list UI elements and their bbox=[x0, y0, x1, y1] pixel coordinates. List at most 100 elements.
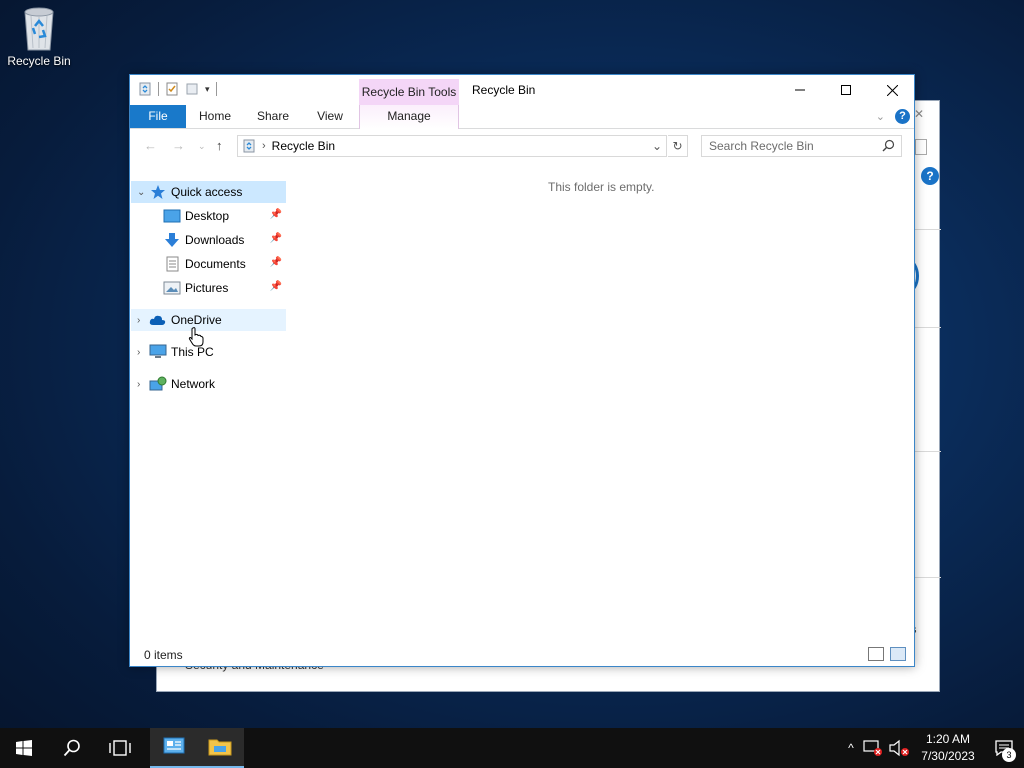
nav-label: Quick access bbox=[171, 185, 243, 199]
nav-item-desktop[interactable]: Desktop 📌 bbox=[131, 205, 286, 227]
empty-folder-message: This folder is empty. bbox=[548, 180, 655, 194]
breadcrumb-item[interactable]: Recycle Bin bbox=[272, 139, 335, 153]
star-icon bbox=[151, 185, 165, 199]
up-arrow-icon[interactable]: ↑ bbox=[216, 138, 223, 153]
nav-label: Documents bbox=[185, 257, 246, 271]
hand-cursor-icon bbox=[188, 327, 204, 347]
nav-item-onedrive[interactable]: › OneDrive bbox=[131, 309, 286, 331]
divider bbox=[158, 82, 159, 96]
tab-view[interactable]: View bbox=[308, 105, 352, 128]
speaker-muted-icon[interactable] bbox=[888, 739, 912, 757]
divider bbox=[915, 451, 941, 452]
quick-access-toolbar: ▾ bbox=[138, 82, 217, 96]
desktop-icon bbox=[163, 209, 181, 223]
show-hidden-icons-chevron-icon[interactable]: ^ bbox=[840, 741, 862, 755]
help-icon[interactable]: ? bbox=[921, 167, 939, 185]
search-icon bbox=[63, 739, 80, 757]
taskbar: ^ 1:20 AM 7/30/2023 3 bbox=[0, 728, 1024, 768]
action-center-button[interactable]: 3 bbox=[984, 728, 1024, 768]
expanded-chevron-icon[interactable]: ⌄ bbox=[137, 187, 149, 198]
windows-logo-icon bbox=[16, 740, 32, 756]
collapsed-chevron-icon[interactable]: › bbox=[137, 347, 149, 358]
folder-icon bbox=[208, 739, 232, 756]
search-button[interactable] bbox=[915, 139, 927, 155]
details-view-icon[interactable] bbox=[868, 647, 884, 661]
address-row: ← → ⌄ ↑ › Recycle Bin ⌄ ↻ bbox=[130, 130, 914, 162]
view-toggle bbox=[868, 647, 906, 661]
refresh-button[interactable]: ↻ bbox=[668, 135, 688, 157]
taskbar-file-explorer[interactable] bbox=[196, 728, 244, 768]
download-arrow-icon bbox=[165, 233, 179, 247]
navigation-pane: ⌄ Quick access Desktop 📌 Downloads 📌 Doc… bbox=[130, 181, 290, 651]
clock-time: 1:20 AM bbox=[925, 732, 971, 746]
pictures-icon bbox=[163, 281, 181, 295]
breadcrumb-separator-icon[interactable]: › bbox=[262, 140, 266, 152]
minimize-button[interactable] bbox=[777, 75, 823, 105]
document-icon bbox=[166, 256, 179, 272]
divider bbox=[915, 327, 941, 328]
collapsed-chevron-icon[interactable]: › bbox=[137, 379, 149, 390]
maximize-button[interactable] bbox=[823, 75, 869, 105]
explorer-window[interactable]: ▾ Recycle Bin Tools Recycle Bin File Hom… bbox=[129, 74, 915, 667]
network-status-icon[interactable] bbox=[862, 739, 884, 757]
pin-icon: 📌 bbox=[269, 209, 282, 220]
task-view-button[interactable] bbox=[96, 728, 144, 768]
address-bar[interactable]: › Recycle Bin ⌄ bbox=[237, 135, 667, 157]
recycle-bin-icon bbox=[19, 6, 59, 52]
nav-item-documents[interactable]: Documents 📌 bbox=[131, 253, 286, 275]
taskbar-control-panel[interactable] bbox=[150, 728, 198, 768]
tab-share[interactable]: Share bbox=[250, 105, 296, 128]
properties-icon[interactable] bbox=[165, 82, 179, 96]
tab-manage[interactable]: Manage bbox=[359, 105, 459, 129]
collapsed-chevron-icon[interactable]: › bbox=[137, 315, 149, 326]
customize-toolbar-chevron-icon[interactable]: ▾ bbox=[205, 84, 210, 95]
search-icon[interactable] bbox=[882, 139, 895, 152]
pin-icon: 📌 bbox=[269, 281, 282, 292]
search-input[interactable] bbox=[702, 136, 872, 156]
close-button[interactable] bbox=[869, 75, 915, 105]
title-bar[interactable]: ▾ Recycle Bin Tools Recycle Bin bbox=[130, 75, 914, 105]
clock[interactable]: 1:20 AM 7/30/2023 bbox=[912, 731, 984, 765]
desktop-icon-label: Recycle Bin bbox=[7, 54, 71, 68]
close-icon[interactable]: ✕ bbox=[914, 107, 924, 121]
computer-icon bbox=[149, 344, 167, 358]
nav-label: Pictures bbox=[185, 281, 229, 295]
maximize-icon bbox=[841, 85, 851, 95]
large-icons-view-icon[interactable] bbox=[890, 647, 906, 661]
help-icon[interactable]: ? bbox=[895, 109, 910, 124]
recycle-bin-small-icon[interactable] bbox=[138, 82, 152, 96]
item-count: 0 items bbox=[144, 648, 183, 662]
nav-item-quick-access[interactable]: ⌄ Quick access bbox=[131, 181, 286, 203]
divider bbox=[215, 82, 217, 96]
nav-item-pictures[interactable]: Pictures 📌 bbox=[131, 277, 286, 299]
close-icon bbox=[886, 84, 898, 96]
nav-label: OneDrive bbox=[171, 313, 222, 327]
desktop-recycle-bin[interactable]: Recycle Bin bbox=[4, 6, 74, 68]
recent-locations-chevron-icon[interactable]: ⌄ bbox=[198, 141, 206, 152]
new-folder-icon[interactable] bbox=[185, 82, 199, 96]
pin-icon: 📌 bbox=[269, 233, 282, 244]
nav-item-network[interactable]: › Network bbox=[131, 373, 286, 395]
back-arrow-icon[interactable]: ← bbox=[144, 138, 157, 153]
clock-date: 7/30/2023 bbox=[921, 749, 975, 763]
window-title: Recycle Bin bbox=[472, 83, 536, 97]
recycle-bin-small-icon bbox=[243, 139, 255, 153]
tab-file[interactable]: File bbox=[130, 105, 186, 128]
status-bar: 0 items bbox=[130, 644, 914, 666]
contextual-tab-group: Recycle Bin Tools bbox=[359, 79, 459, 105]
search-box[interactable] bbox=[701, 135, 902, 157]
nav-label: This PC bbox=[171, 345, 214, 359]
nav-item-this-pc[interactable]: › This PC bbox=[131, 341, 286, 363]
network-icon bbox=[149, 376, 167, 391]
tab-home[interactable]: Home bbox=[192, 105, 238, 128]
control-panel-icon bbox=[163, 737, 185, 754]
expand-ribbon-chevron-icon[interactable]: ⌄ bbox=[876, 110, 885, 123]
ribbon-controls: ⌄ ? bbox=[876, 109, 910, 124]
address-dropdown-chevron-icon[interactable]: ⌄ bbox=[652, 139, 662, 153]
search-button[interactable] bbox=[48, 728, 96, 768]
task-view-icon bbox=[109, 740, 131, 756]
nav-item-downloads[interactable]: Downloads 📌 bbox=[131, 229, 286, 251]
forward-arrow-icon[interactable]: → bbox=[172, 138, 185, 153]
ribbon-tabs: File Home Share View Manage bbox=[130, 105, 914, 129]
start-button[interactable] bbox=[0, 728, 48, 768]
